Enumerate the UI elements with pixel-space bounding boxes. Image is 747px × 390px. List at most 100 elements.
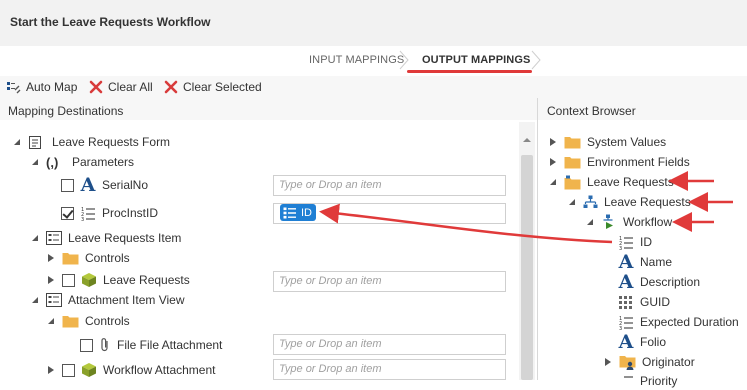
svg-text:3: 3 xyxy=(619,326,622,330)
tree-label: System Values xyxy=(587,135,667,149)
dialog-title: Start the Leave Requests Workflow xyxy=(10,15,211,29)
clear-all-label: Clear All xyxy=(108,80,153,94)
expanded-triangle-icon[interactable] xyxy=(12,137,22,147)
smartobject-icon xyxy=(82,363,96,377)
context-item-workflow[interactable]: Workflow xyxy=(585,213,672,231)
serialno-mapping-field[interactable]: Type or Drop an item xyxy=(273,175,506,196)
close-icon xyxy=(89,80,103,94)
context-item-system-values[interactable]: System Values xyxy=(548,133,666,151)
collapsed-triangle-icon[interactable] xyxy=(548,157,558,167)
context-item-expected-duration[interactable]: 1 2 3 Expected Duration xyxy=(618,313,739,331)
tree-item-file-attachment[interactable]: File File Attachment xyxy=(80,336,222,354)
tree-item-leave-requests-form[interactable]: Leave Requests Form xyxy=(12,133,170,151)
collapsed-triangle-icon[interactable] xyxy=(46,275,56,285)
expanded-triangle-icon[interactable] xyxy=(567,197,577,207)
folder-icon xyxy=(62,253,79,265)
tab-input-mappings[interactable]: INPUT MAPPINGS xyxy=(309,54,404,66)
leave-requests-mapping-field[interactable]: Type or Drop an item xyxy=(273,271,506,292)
clear-all-button[interactable]: Clear All xyxy=(89,80,153,94)
tree-label: Controls xyxy=(85,314,130,328)
workflow-attachment-mapping-field[interactable]: Type or Drop an item xyxy=(273,359,506,380)
text-type-icon: A xyxy=(80,174,96,196)
context-item-originator[interactable]: Originator xyxy=(603,353,695,371)
number-list-icon: 1 2 3 xyxy=(619,236,633,250)
text-type-icon: A xyxy=(618,271,634,293)
tree-item-controls-attachment[interactable]: Controls xyxy=(46,312,130,330)
context-item-id[interactable]: 1 2 3 ID xyxy=(618,233,652,251)
tree-label: Originator xyxy=(642,355,695,369)
expanded-triangle-icon[interactable] xyxy=(30,233,40,243)
folder-icon xyxy=(62,316,79,328)
view-icon xyxy=(46,231,62,245)
view-icon xyxy=(46,293,62,307)
context-item-guid[interactable]: GUID xyxy=(618,293,670,311)
expanded-triangle-icon[interactable] xyxy=(46,316,56,326)
expanded-triangle-icon[interactable] xyxy=(30,157,40,167)
context-item-description[interactable]: A Description xyxy=(618,271,700,293)
scroll-up-icon[interactable] xyxy=(521,134,533,146)
dialog-header: Start the Leave Requests Workflow xyxy=(0,0,747,46)
scrollbar-thumb[interactable] xyxy=(521,155,533,380)
smartobject-icon xyxy=(82,273,96,287)
tab-separator-icon xyxy=(399,50,409,70)
number-list-icon: 1 2 3 xyxy=(619,316,633,330)
tree-item-leave-requests[interactable]: Leave Requests xyxy=(46,271,190,289)
file-attachment-checkbox[interactable] xyxy=(80,338,93,352)
context-item-leave-requests[interactable]: Leave Requests xyxy=(548,173,674,191)
number-list-icon xyxy=(624,376,633,378)
leave-requests-checkbox[interactable] xyxy=(62,273,75,287)
tree-label: SerialNo xyxy=(102,178,149,192)
auto-map-icon xyxy=(7,81,21,93)
serialno-checkbox[interactable] xyxy=(61,178,74,192)
context-item-priority[interactable]: Priority xyxy=(618,372,677,390)
tree-item-controls[interactable]: Controls xyxy=(46,249,130,267)
collapsed-triangle-icon[interactable] xyxy=(603,357,613,367)
process-icon xyxy=(583,195,598,208)
clear-selected-label: Clear Selected xyxy=(183,80,262,94)
workflow-attachment-checkbox[interactable] xyxy=(62,363,75,377)
tree-label: ID xyxy=(640,235,652,249)
workflow-icon xyxy=(603,214,613,229)
clear-selected-button[interactable]: Clear Selected xyxy=(164,80,262,94)
tab-output-mappings[interactable]: OUTPUT MAPPINGS xyxy=(422,54,530,66)
auto-map-button[interactable]: Auto Map xyxy=(6,80,77,94)
guid-icon xyxy=(619,296,632,309)
svg-text:3: 3 xyxy=(619,246,622,250)
expanded-triangle-icon[interactable] xyxy=(585,217,595,227)
tree-label: Parameters xyxy=(72,155,135,169)
mapping-tabs: INPUT MAPPINGS OUTPUT MAPPINGS xyxy=(0,46,747,76)
tree-item-attachment-item-view[interactable]: Attachment Item View xyxy=(30,291,185,309)
expanded-triangle-icon[interactable] xyxy=(548,177,558,187)
file-attachment-mapping-field[interactable]: Type or Drop an item xyxy=(273,334,506,355)
tree-label: Workflow xyxy=(623,215,673,229)
tree-label: Priority xyxy=(640,374,678,388)
context-item-folio[interactable]: A Folio xyxy=(618,331,667,353)
tree-label: Folio xyxy=(640,335,667,349)
toolbar: Auto Map Clear All Clear Selected xyxy=(0,76,747,98)
tree-label: Leave Requests xyxy=(604,195,691,209)
expanded-triangle-icon[interactable] xyxy=(30,295,40,305)
procinstid-checkbox[interactable] xyxy=(61,206,74,220)
tree-item-leave-requests-item[interactable]: Leave Requests Item xyxy=(30,229,181,247)
tree-item-workflow-attachment[interactable]: Workflow Attachment xyxy=(46,361,216,379)
collapsed-triangle-icon[interactable] xyxy=(46,253,56,263)
tree-label: Leave Requests xyxy=(587,175,674,189)
tree-label: Name xyxy=(640,255,673,269)
tree-item-procinstid[interactable]: 1 2 3 ProcInstID xyxy=(61,204,158,222)
number-list-icon xyxy=(283,207,296,218)
collapsed-triangle-icon[interactable] xyxy=(548,137,558,147)
tree-label: GUID xyxy=(640,295,670,309)
context-item-environment-fields[interactable]: Environment Fields xyxy=(548,153,690,171)
tree-label: File File Attachment xyxy=(117,338,223,352)
mapped-id-chip[interactable]: ID xyxy=(280,204,316,221)
tree-item-serialno[interactable]: A SerialNo xyxy=(61,174,149,196)
active-tab-indicator xyxy=(407,70,532,73)
tree-item-parameters[interactable]: (,) Parameters xyxy=(30,153,134,171)
panel-divider xyxy=(537,98,538,380)
tree-label: ProcInstID xyxy=(102,206,159,220)
text-type-icon: A xyxy=(618,331,634,353)
context-item-leave-requests-process[interactable]: Leave Requests xyxy=(567,193,691,211)
collapsed-triangle-icon[interactable] xyxy=(46,365,56,375)
context-item-name[interactable]: A Name xyxy=(618,253,673,272)
folder-icon xyxy=(564,157,581,169)
